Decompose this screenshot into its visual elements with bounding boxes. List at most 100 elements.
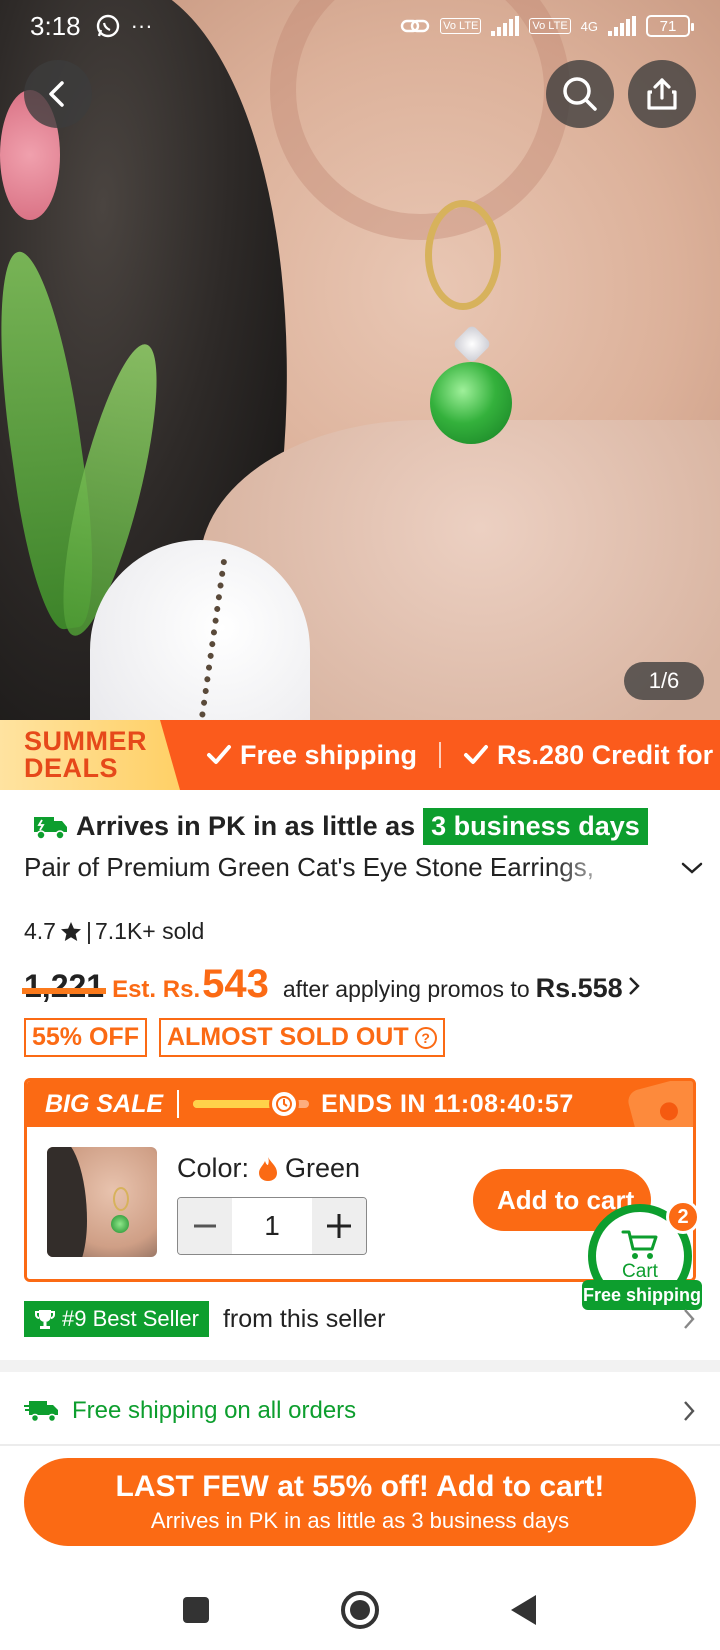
- signal-icon: [491, 16, 520, 36]
- share-button[interactable]: [628, 60, 696, 128]
- increase-quantity-button[interactable]: [312, 1198, 366, 1254]
- summer-deals-banner[interactable]: SUMMER DEALS Free shipping Rs.280 Credit…: [0, 720, 720, 790]
- system-back-button[interactable]: [502, 1588, 546, 1632]
- clock-icon: [268, 1089, 299, 1119]
- promo-text: after applying promos to: [282, 976, 530, 1002]
- earring-crystal: [452, 324, 492, 364]
- triangle-back-icon: [511, 1595, 536, 1625]
- network-type: 4G: [580, 18, 598, 34]
- sale-ends-label: ENDS IN 11:08:40:57: [321, 1090, 574, 1119]
- free-shipping-row[interactable]: Free shipping on all orders: [24, 1388, 696, 1434]
- quantity-value[interactable]: 1: [232, 1198, 312, 1254]
- perk-divider: [439, 742, 442, 768]
- product-title: Pair of Premium Green Cat's Eye Stone Ea…: [24, 852, 594, 882]
- chevron-right-icon: [684, 1401, 695, 1421]
- arrival-days: 3 business days: [423, 808, 648, 845]
- thumb-stone: [111, 1215, 129, 1233]
- deals-line2: DEALS: [24, 753, 119, 783]
- chevron-right-icon: [684, 1309, 695, 1329]
- product-image[interactable]: [0, 0, 720, 720]
- tag-row: 55% OFF ALMOST SOLD OUT?: [24, 1018, 445, 1057]
- sale-progress-bar: [193, 1089, 310, 1119]
- system-navigation-bar: [0, 1570, 720, 1650]
- original-price: 1,221: [21, 968, 107, 1004]
- signal-icon-2: [608, 16, 636, 36]
- arrival-text: Arrives in PK in as little as: [76, 811, 416, 841]
- floating-cart-button[interactable]: Cart 2 Free shipping: [582, 1200, 702, 1310]
- check-icon: [207, 745, 231, 764]
- trophy-icon: [35, 1310, 55, 1329]
- volte-icon-2: Vo LTE: [529, 18, 571, 34]
- recents-button[interactable]: [174, 1588, 218, 1632]
- cta-sub-text: Arrives in PK in as little as 3 business…: [150, 1508, 570, 1533]
- link-icon: [400, 19, 430, 33]
- image-counter: 1/6: [624, 662, 704, 700]
- back-button[interactable]: [24, 60, 92, 128]
- best-seller-from: from this seller: [222, 1304, 386, 1333]
- stock-tag[interactable]: ALMOST SOLD OUT?: [158, 1018, 445, 1057]
- search-button[interactable]: [546, 60, 614, 128]
- big-sale-header: BIG SALE ENDS IN 11:08:40:57: [27, 1081, 693, 1142]
- rating-row[interactable]: 4.7 | 7.1K+ sold: [24, 918, 204, 945]
- earring-hoop: [425, 200, 501, 310]
- volte-icon: Vo LTE: [440, 18, 482, 34]
- product-title-row[interactable]: Pair of Premium Green Cat's Eye Stone Ea…: [24, 852, 704, 883]
- chevron-right-icon: [628, 977, 640, 995]
- add-to-cart-cta-button[interactable]: LAST FEW at 55% off! Add to cart! Arrive…: [24, 1458, 696, 1546]
- battery-icon: 71: [646, 15, 694, 37]
- rating-value: 4.7: [24, 918, 56, 944]
- delivery-truck-icon: [24, 1401, 58, 1423]
- discount-tag: 55% OFF: [24, 1018, 147, 1057]
- cart-icon: [621, 1230, 658, 1259]
- status-bar: 3:18 ··· Vo LTE Vo LTE 4G 71: [0, 0, 720, 52]
- perks-list: Free shipping Rs.280 Credit for d: [206, 720, 720, 790]
- sale-countdown: 11:08:40:57: [433, 1089, 574, 1118]
- check-icon: [464, 745, 489, 764]
- cart-count-badge: 2: [666, 1200, 700, 1234]
- best-seller-row[interactable]: #9 Best Seller from this seller: [24, 1300, 696, 1338]
- best-seller-text: #9 Best Seller: [62, 1306, 199, 1331]
- square-icon: [183, 1597, 209, 1623]
- color-label: Color:: [177, 1153, 250, 1183]
- star-icon: [60, 921, 81, 941]
- search-icon: [563, 77, 597, 111]
- best-seller-badge: #9 Best Seller: [24, 1301, 209, 1337]
- perk-free-shipping: Free shipping: [240, 739, 418, 770]
- price-row[interactable]: 1,221 Est. Rs. 543 after applying promos…: [21, 962, 641, 1007]
- thumb-hair: [47, 1147, 87, 1257]
- whatsapp-icon: [96, 14, 119, 38]
- color-selector[interactable]: Color: Green: [177, 1153, 360, 1184]
- perk-credit: Rs.280 Credit for d: [497, 739, 720, 770]
- minus-icon: [194, 1224, 216, 1228]
- rating-separator: |: [85, 918, 92, 944]
- divider-line: [0, 1444, 720, 1446]
- arrival-info: Arrives in PK in as little as 3 business…: [32, 808, 648, 845]
- promo-price: Rs.558: [535, 973, 623, 1003]
- share-icon: [647, 78, 677, 110]
- sold-count: 7.1K+ sold: [94, 918, 205, 944]
- summer-deals-label: SUMMER DEALS: [0, 720, 180, 790]
- thumb-hoop: [113, 1187, 129, 1211]
- chevron-down-icon[interactable]: [680, 860, 704, 876]
- sku-thumbnail[interactable]: [47, 1147, 157, 1257]
- chevron-left-icon: [49, 81, 64, 107]
- home-button[interactable]: [338, 1588, 382, 1632]
- stock-tag-text: ALMOST SOLD OUT: [166, 1023, 409, 1051]
- free-shipping-text: Free shipping on all orders: [72, 1397, 357, 1424]
- ends-in-text: ENDS IN: [321, 1089, 426, 1118]
- plus-icon: [327, 1214, 351, 1238]
- sale-divider: [177, 1090, 180, 1118]
- color-value: Green: [285, 1153, 361, 1183]
- help-icon[interactable]: ?: [414, 1026, 437, 1049]
- earring-stone: [430, 362, 512, 444]
- flame-icon: [259, 1156, 278, 1181]
- decrease-quantity-button[interactable]: [178, 1198, 232, 1254]
- section-divider: [0, 1360, 720, 1372]
- delivery-truck-icon: [34, 816, 67, 840]
- est-currency-label: Est. Rs.: [112, 976, 201, 1003]
- deals-line1: SUMMER: [24, 726, 147, 756]
- status-time: 3:18: [30, 10, 81, 41]
- home-circle-icon: [341, 1591, 379, 1629]
- more-notifications-icon: ···: [130, 13, 153, 38]
- big-sale-label: BIG SALE: [45, 1089, 164, 1118]
